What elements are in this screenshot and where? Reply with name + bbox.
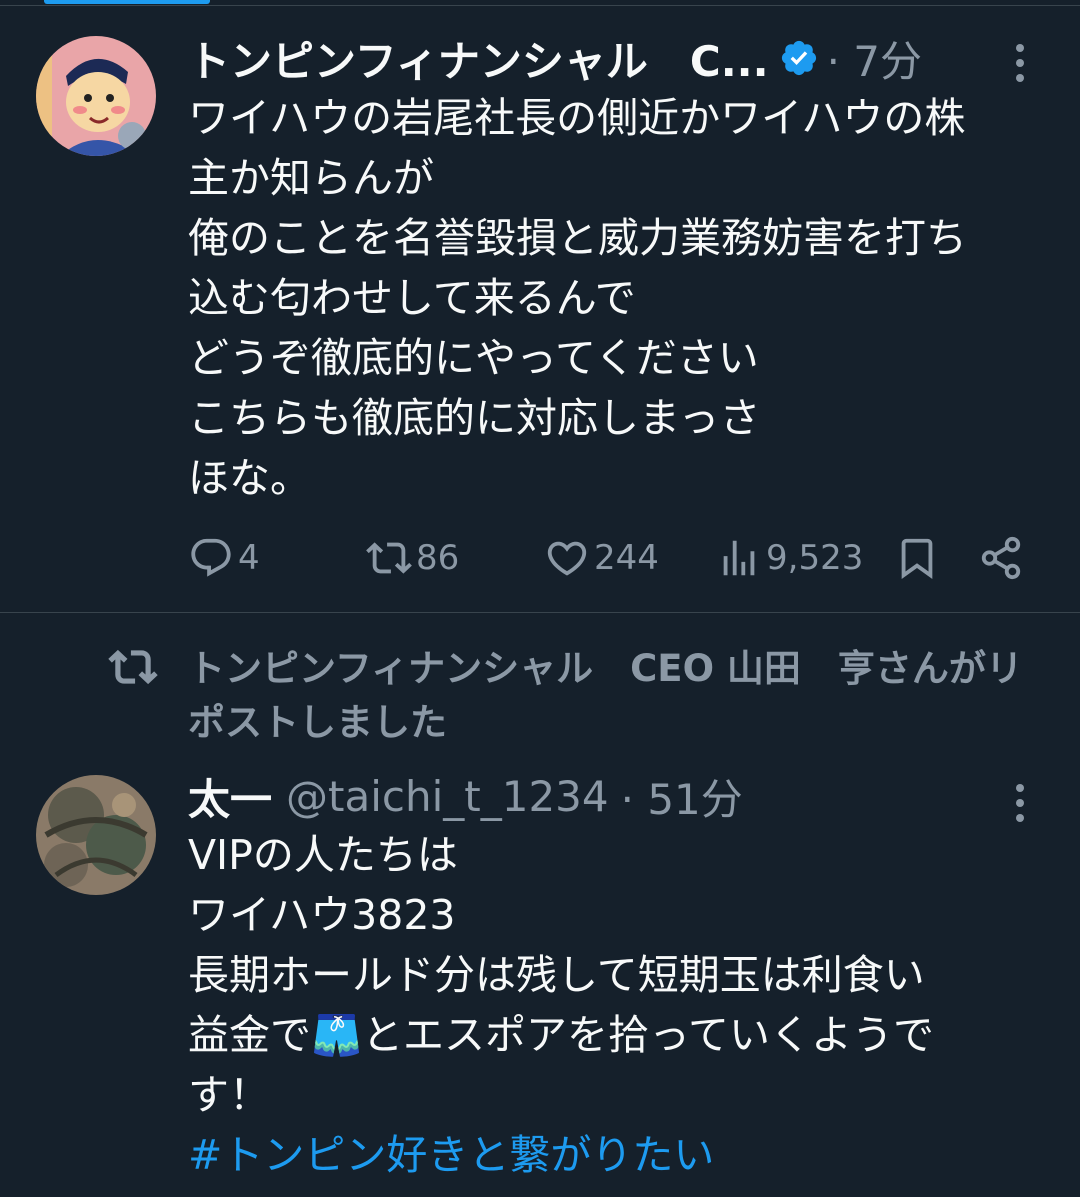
display-name[interactable]: 太一 bbox=[188, 766, 272, 827]
like-icon bbox=[547, 541, 587, 576]
tweet-divider bbox=[0, 612, 1080, 613]
hashtag-link[interactable]: #トンピン好きと繋がりたい bbox=[188, 1131, 714, 1179]
verified-badge-icon bbox=[781, 40, 816, 76]
view-count: 9,523 bbox=[766, 538, 864, 578]
views-button[interactable]: 9,523 bbox=[716, 528, 863, 588]
tweet-header: トンピンフィナンシャル C... · 7分 bbox=[188, 30, 922, 86]
more-icon[interactable] bbox=[1008, 784, 1032, 822]
repost-notice[interactable]: トンピンフィナンシャル CEO 山田 亨さんがリポストしました bbox=[188, 642, 1058, 750]
bookmark-icon bbox=[901, 538, 933, 579]
bookmark-button[interactable] bbox=[894, 528, 940, 588]
tweet-actions: 4 86 244 9,523 bbox=[188, 528, 1038, 588]
top-divider bbox=[0, 5, 1080, 6]
like-count: 244 bbox=[594, 538, 659, 578]
views-icon bbox=[723, 540, 755, 576]
reply-count: 4 bbox=[238, 538, 260, 578]
tweet-time[interactable]: · 7分 bbox=[827, 28, 922, 89]
repost-indicator-icon bbox=[108, 649, 158, 685]
shorts-emoji-icon: 🩳 bbox=[311, 1011, 363, 1059]
tweet-time[interactable]: · 51分 bbox=[621, 766, 743, 827]
repost-icon bbox=[366, 542, 412, 574]
tweet-header: 太一 @taichi_t_1234 · 51分 bbox=[188, 768, 743, 824]
active-tab-indicator bbox=[44, 0, 210, 4]
more-icon[interactable] bbox=[1008, 44, 1032, 82]
display-name[interactable]: トンピンフィナンシャル C... bbox=[188, 28, 769, 89]
like-button[interactable]: 244 bbox=[544, 528, 659, 588]
avatar[interactable] bbox=[36, 775, 156, 895]
tweet-text: VIPの人たちは ワイハウ3823 長期ホールド分は残して短期玉は利食い 益金で… bbox=[188, 825, 1058, 1185]
share-button[interactable] bbox=[978, 528, 1024, 588]
reply-icon bbox=[191, 538, 231, 577]
repost-count: 86 bbox=[416, 538, 460, 578]
user-handle[interactable]: @taichi_t_1234 bbox=[286, 772, 609, 821]
repost-button[interactable]: 86 bbox=[366, 528, 459, 588]
reply-button[interactable]: 4 bbox=[188, 528, 260, 588]
avatar[interactable] bbox=[36, 36, 156, 156]
tweet-text: ワイハウの岩尾社長の側近かワイハウの株 主か知らんが 俺のことを名誉毀損と威力業… bbox=[188, 94, 967, 502]
share-icon bbox=[981, 536, 1021, 580]
